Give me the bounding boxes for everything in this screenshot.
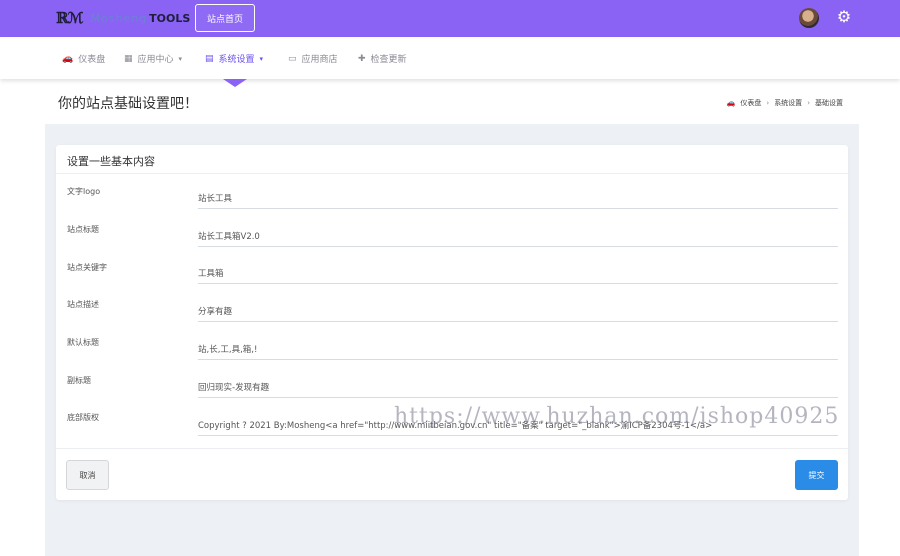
site-home-button[interactable]: 站点首页 [195, 4, 255, 32]
nav-item-label: 应用中心 [137, 55, 174, 65]
settings-card: 设置一些基本内容 文字logo 站长工具 站点标题 站长工具箱V2.0 站点关键… [56, 145, 848, 500]
breadcrumb: 🚗 仪表盘 › 系统设置 › 基础设置 [727, 98, 843, 108]
site-description-field[interactable]: 分享有趣 [198, 302, 838, 322]
logo-mark: ℝℳ [56, 9, 83, 27]
field-label-description: 站点描述 [67, 300, 99, 309]
table-icon: ▤ [205, 53, 214, 64]
divider [56, 448, 848, 449]
nav-item-label: 仪表盘 [78, 55, 106, 65]
breadcrumb-item[interactable]: 系统设置 [774, 98, 802, 108]
nav-item-app-store[interactable]: ▭ 应用商店 [288, 52, 338, 66]
active-nav-pointer [223, 79, 247, 87]
field-label-text-logo: 文字logo [67, 187, 101, 196]
avatar[interactable] [799, 8, 819, 28]
dashboard-icon: 🚗 [62, 53, 74, 64]
chevron-right-icon: › [807, 99, 810, 107]
site-logo[interactable]: ℝℳ Mosheng TOOLS [56, 8, 190, 28]
logo-tools: TOOLS [149, 11, 191, 25]
nav-item-system-settings[interactable]: ▤ 系统设置 ▾ [205, 52, 264, 66]
subtitle-field[interactable]: 回归现实-发现有趣 [198, 378, 838, 398]
site-keywords-field[interactable]: 工具箱 [198, 264, 838, 284]
field-label-copyright: 底部版权 [67, 413, 99, 422]
chevron-right-icon: › [766, 99, 770, 107]
top-bar: ℝℳ Mosheng TOOLS 站点首页 ⚙ [0, 0, 900, 37]
cancel-button[interactable]: 取消 [66, 460, 109, 490]
nav-item-label: 检查更新 [370, 55, 407, 65]
nav-item-label: 系统设置 [218, 55, 255, 65]
site-title-field[interactable]: 站长工具箱V2.0 [198, 227, 838, 247]
field-label-keywords: 站点关键字 [67, 263, 107, 272]
gear-icon[interactable]: ⚙ [835, 8, 853, 26]
breadcrumb-item-current: 基础设置 [815, 99, 843, 107]
laptop-icon: ▭ [288, 53, 297, 64]
submit-button[interactable]: 提交 [795, 460, 838, 490]
divider [56, 173, 848, 174]
text-logo-field[interactable]: 站长工具 [198, 189, 838, 209]
watermark: https://www.huzhan.com/ishop40925 [394, 404, 840, 429]
nav-item-dashboard[interactable]: 🚗 仪表盘 [62, 52, 106, 66]
page-title: 你的站点基础设置吧！ [58, 96, 198, 112]
dashboard-icon: 🚗 [726, 99, 736, 107]
puzzle-icon: ✚ [358, 53, 366, 64]
field-label-subtitle: 副标题 [67, 376, 91, 385]
logo-text: Mosheng [90, 11, 148, 25]
nav-item-check-updates[interactable]: ✚ 检查更新 [358, 52, 407, 66]
chevron-down-icon: ▾ [259, 54, 264, 63]
default-title-field[interactable]: 站,长,工,具,箱,! [198, 340, 838, 360]
card-title: 设置一些基本内容 [67, 155, 155, 168]
grid-icon: ▦ [124, 53, 133, 64]
nav-item-label: 应用商店 [301, 55, 338, 65]
main-nav: 🚗 仪表盘 ▦ 应用中心 ▾ ▤ 系统设置 ▾ ▭ 应用商店 ✚ 检查更新 [0, 37, 900, 79]
breadcrumb-item[interactable]: 仪表盘 [740, 98, 761, 108]
field-label-default-title: 默认标题 [67, 338, 99, 347]
chevron-down-icon: ▾ [178, 54, 183, 63]
nav-item-app-center[interactable]: ▦ 应用中心 ▾ [124, 52, 183, 66]
field-label-site-title: 站点标题 [67, 225, 99, 234]
